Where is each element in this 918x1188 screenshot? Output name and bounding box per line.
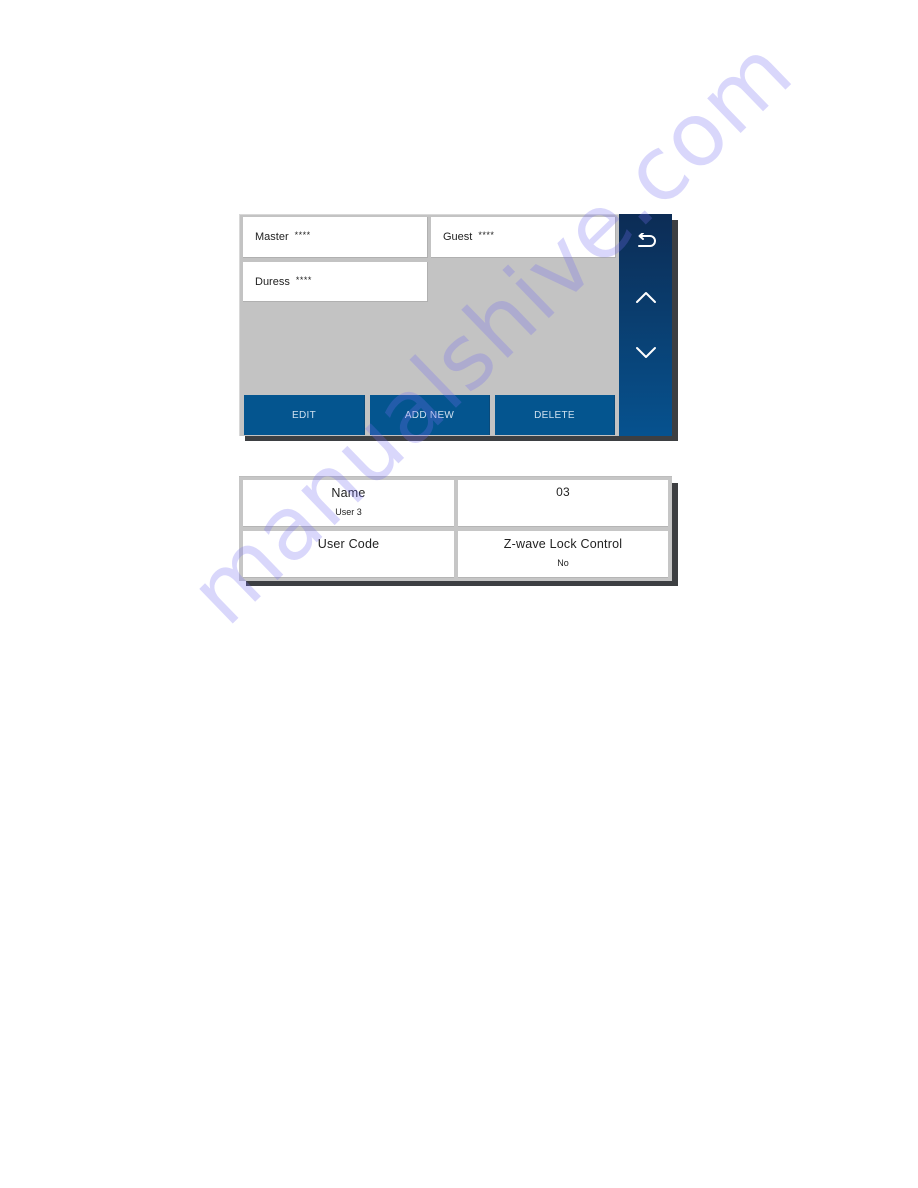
zwave-lock-control-value: No [557,558,569,568]
add-new-button[interactable]: ADD NEW [370,395,490,435]
scroll-down-button[interactable] [619,330,672,376]
zwave-lock-control-field[interactable]: Z-wave Lock Control No [458,531,668,578]
user-tile-duress[interactable]: Duress **** [243,262,428,302]
user-list-screen: Master **** Guest **** Duress **** EDIT … [239,214,672,436]
delete-button[interactable]: DELETE [495,395,615,435]
user-code-label: User Code [317,537,380,551]
user-tile-master[interactable]: Master **** [243,217,428,258]
user-number: 03 [556,485,570,499]
back-button[interactable] [619,219,672,265]
back-arrow-icon [637,233,656,247]
user-list: Master **** Guest **** Duress **** EDIT … [239,214,619,436]
user-name: Guest [443,231,473,243]
user-detail-screen: Name User 3 03 User Code Z-wave Lock Con… [239,476,672,581]
chevron-down-icon [635,347,656,358]
zwave-lock-control-label: Z-wave Lock Control [503,537,623,551]
chevron-up-icon [635,292,656,303]
user-tile-guest[interactable]: Guest **** [431,217,616,258]
user-code-field[interactable]: User Code [243,531,454,578]
name-label: Name [331,486,366,500]
navigation-rail [619,214,672,436]
name-field[interactable]: Name User 3 [243,480,454,527]
user-code-masked: **** [294,230,311,240]
scroll-up-button[interactable] [619,274,672,320]
user-code-masked: **** [295,274,312,285]
user-name: Duress [255,275,290,288]
user-name: Master [255,231,289,243]
name-value: User 3 [335,507,362,517]
user-code-masked: **** [478,230,495,240]
edit-button[interactable]: EDIT [244,395,365,435]
user-number-field: 03 [458,480,668,527]
